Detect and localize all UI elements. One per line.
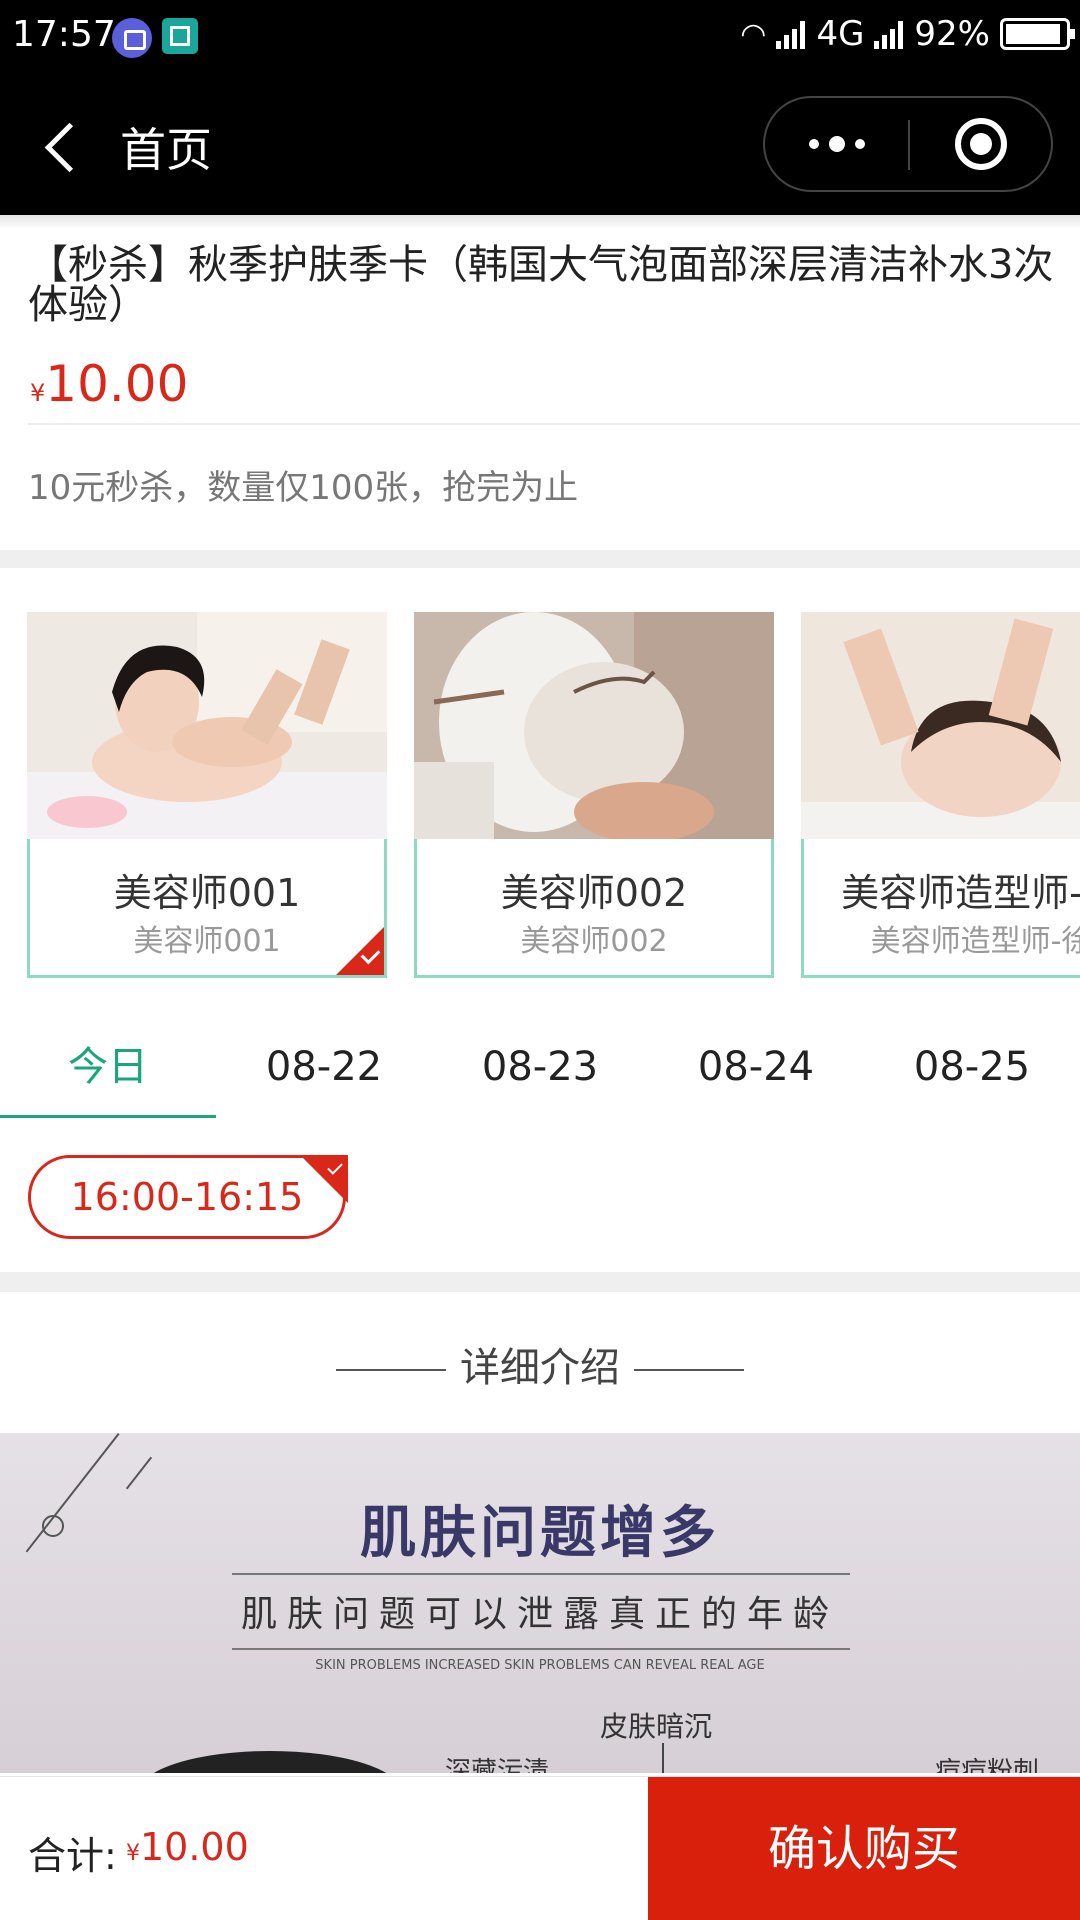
section-gap [0, 1272, 1080, 1292]
detail-banner-image: 肌肤问题增多 肌肤问题可以泄露真正的年龄 SKIN PROBLEMS INCRE… [0, 1433, 1080, 1773]
miniprogram-capsule [763, 96, 1053, 192]
staff-name: 美容师造型师-徐 [841, 871, 1080, 915]
date-tab[interactable]: 08-25 [864, 1008, 1080, 1118]
banner-subtitle: 肌肤问题可以泄露真正的年龄 [240, 1594, 839, 1635]
staff-name: 美容师002 [500, 871, 688, 915]
staff-list: 美容师001 美容师001 美容师002 美容师002 美容师造型师 美容师造型… [0, 568, 1080, 1008]
status-bar: 17:57 ◠ 4G 92% [0, 0, 1080, 78]
status-time: 17:57 [12, 14, 116, 55]
confirm-purchase-button[interactable]: 确认购买 [648, 1777, 1080, 1920]
staff-name: 美容师001 [113, 871, 301, 915]
date-tab-today[interactable]: 今日 [0, 1008, 216, 1118]
date-tab[interactable]: 08-23 [432, 1008, 648, 1118]
divider [28, 423, 1080, 425]
banner-english: SKIN PROBLEMS INCREASED SKIN PROBLEMS CA… [315, 1658, 765, 1673]
selected-check-icon [300, 1155, 348, 1203]
price-value: 10.00 [45, 355, 189, 413]
detail-heading-text: 详细介绍 [460, 1345, 620, 1391]
battery-icon [1000, 18, 1075, 50]
staff-subtitle: 美容师造型师-徐 [870, 924, 1080, 959]
date-tab[interactable]: 08-24 [648, 1008, 864, 1118]
network-type: 4G [816, 14, 865, 54]
currency-symbol: ¥ [30, 379, 46, 407]
back-arrow-icon[interactable] [40, 118, 96, 174]
selected-check-icon [336, 927, 384, 975]
total-value: 10.00 [140, 1825, 249, 1869]
product-price: ¥10.00 [30, 355, 188, 413]
staff-card[interactable]: 美容师001 美容师001 [27, 612, 387, 978]
staff-subtitle: 美容师002 [520, 924, 668, 959]
signal-icon [776, 19, 806, 49]
staff-card[interactable]: 美容师002 美容师002 [414, 612, 774, 978]
screenshot-icon [162, 18, 198, 54]
banner-title: 肌肤问题增多 [360, 1501, 720, 1566]
staff-subtitle: 美容师001 [133, 924, 281, 959]
bottom-bar: 合计: ¥10.00 确认购买 [0, 1776, 1080, 1920]
staff-photo [414, 612, 774, 839]
total-price: ¥10.00 [126, 1825, 249, 1869]
page-title: 首页 [120, 123, 212, 177]
product-info: 【秒杀】秋季护肤季卡（韩国大气泡面部深层清洁补水3次体验） ¥10.00 10元… [0, 215, 1080, 550]
date-tab[interactable]: 08-22 [216, 1008, 432, 1118]
product-description: 10元秒杀，数量仅100张，抢完为止 [28, 468, 579, 508]
staff-card[interactable]: 美容师造型师-徐 美容师造型师-徐 [801, 612, 1080, 978]
banner-model-hair [140, 1751, 400, 1773]
more-dots-icon[interactable] [765, 98, 908, 190]
wifi-icon: ◠ [740, 16, 767, 52]
currency-symbol: ¥ [126, 1841, 140, 1866]
close-target-icon[interactable] [955, 118, 1007, 170]
signal-icon-2 [874, 19, 904, 49]
detail-heading: 详细介绍 [0, 1335, 1080, 1395]
total-label: 合计: [28, 1834, 117, 1878]
battery-percent: 92% [914, 14, 990, 54]
banner-label: 皮肤暗沉 [600, 1710, 713, 1743]
banner-label: 痘痘粉刺 [935, 1757, 1040, 1773]
notification-app-icon [112, 18, 152, 58]
section-gap [0, 550, 1080, 568]
staff-photo [801, 612, 1080, 839]
banner-label: 深藏污渍 [445, 1757, 550, 1773]
staff-photo [27, 612, 387, 839]
capsule-divider [908, 120, 910, 170]
status-right: ◠ 4G 92% [740, 14, 1075, 54]
product-title: 【秒杀】秋季护肤季卡（韩国大气泡面部深层清洁补水3次体验） [28, 242, 1054, 328]
nav-bar: 首页 [0, 78, 1080, 215]
time-slot-button[interactable]: 16:00-16:15 [28, 1155, 346, 1239]
date-tabs: 今日 08-22 08-23 08-24 08-25 [0, 1008, 1080, 1118]
